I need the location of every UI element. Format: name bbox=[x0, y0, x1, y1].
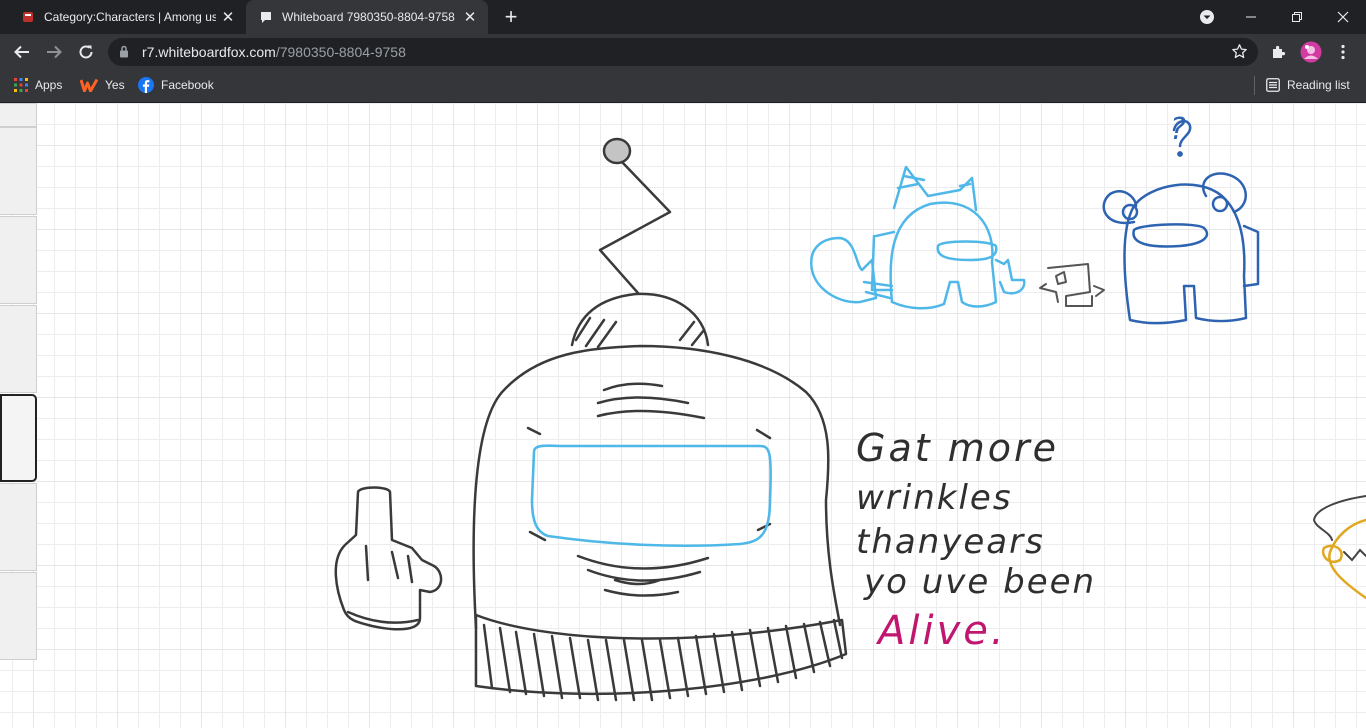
close-icon[interactable]: ✕ bbox=[216, 8, 240, 26]
handwritten-note-line-4: yo uve been bbox=[864, 562, 1097, 602]
bookmark-label: Yes bbox=[105, 78, 125, 92]
minimize-button[interactable] bbox=[1228, 0, 1274, 34]
bookmark-label: Apps bbox=[35, 78, 63, 92]
partial-drawing-yellow bbox=[1321, 518, 1366, 600]
bookmark-label: Facebook bbox=[161, 78, 214, 92]
chevron-down-icon bbox=[1200, 10, 1214, 24]
reading-list-icon bbox=[1266, 78, 1280, 92]
handwritten-note-line-2: wrinkles bbox=[856, 478, 1013, 518]
bookmark-star-icon[interactable] bbox=[1231, 43, 1248, 65]
mini-crewmate-drawing bbox=[1039, 263, 1105, 307]
question-mark-doodle: ? bbox=[1170, 112, 1186, 147]
minimize-icon bbox=[1246, 16, 1256, 18]
bookmarks-divider bbox=[1254, 76, 1255, 95]
close-icon[interactable]: ✕ bbox=[458, 8, 482, 26]
extensions-button[interactable] bbox=[1266, 39, 1292, 65]
restore-icon bbox=[1292, 12, 1302, 22]
kebab-menu-icon bbox=[1341, 44, 1345, 60]
url-text: r7.whiteboardfox.com/7980350-8804-9758 bbox=[142, 44, 406, 60]
profile-avatar[interactable] bbox=[1298, 39, 1324, 65]
facebook-icon bbox=[138, 77, 154, 93]
apps-grid-icon bbox=[14, 78, 28, 92]
bookmark-facebook[interactable]: Facebook bbox=[138, 70, 214, 100]
reading-list-label: Reading list bbox=[1287, 78, 1350, 92]
crewmate-drawing-light-blue bbox=[809, 165, 1026, 310]
reload-button[interactable] bbox=[73, 39, 99, 65]
wattpad-icon bbox=[80, 78, 98, 92]
crewmate-drawing-black bbox=[334, 137, 848, 702]
handwritten-note-line-3: thanyears bbox=[856, 522, 1045, 562]
back-arrow-icon bbox=[14, 45, 29, 59]
tab-title: Whiteboard 7980350-8804-9758 bbox=[282, 10, 455, 24]
new-tab-button[interactable]: + bbox=[498, 4, 524, 30]
tab-among-us[interactable]: Category:Characters | Among us ✕ bbox=[8, 0, 246, 34]
reading-list-button[interactable]: Reading list bbox=[1266, 70, 1350, 100]
restore-button[interactable] bbox=[1274, 0, 1320, 34]
handwritten-note-line-1: Gat more bbox=[856, 426, 1059, 470]
whiteboard-favicon-icon bbox=[258, 9, 274, 25]
url-host: r7.whiteboardfox.com bbox=[142, 44, 276, 60]
whiteboard-drawings bbox=[0, 103, 1366, 728]
crewmate-visor bbox=[530, 444, 772, 548]
reload-icon bbox=[79, 45, 93, 59]
crewmate-drawing-dark-blue bbox=[1102, 119, 1260, 325]
among-us-wiki-favicon-icon bbox=[20, 9, 36, 25]
browser-toolbar: r7.whiteboardfox.com/7980350-8804-9758 bbox=[0, 34, 1366, 70]
close-icon bbox=[1337, 11, 1349, 23]
tab-search-button[interactable] bbox=[1194, 0, 1220, 34]
bookmark-yes[interactable]: Yes bbox=[80, 70, 125, 100]
chrome-menu-button[interactable] bbox=[1330, 39, 1356, 65]
avatar-icon bbox=[1300, 41, 1322, 63]
lock-icon bbox=[119, 45, 129, 63]
address-bar[interactable]: r7.whiteboardfox.com/7980350-8804-9758 bbox=[108, 38, 1258, 66]
back-button[interactable] bbox=[9, 39, 35, 65]
bookmarks-bar: Apps Yes Facebook Reading list bbox=[0, 70, 1366, 103]
forward-arrow-icon bbox=[47, 45, 62, 59]
tab-bar: Category:Characters | Among us ✕ Whitebo… bbox=[0, 0, 1366, 34]
puzzle-piece-icon bbox=[1273, 45, 1286, 58]
tab-whiteboard[interactable]: Whiteboard 7980350-8804-9758 ✕ bbox=[246, 0, 488, 34]
close-window-button[interactable] bbox=[1320, 0, 1366, 34]
bookmark-apps[interactable]: Apps bbox=[14, 70, 62, 100]
forward-button[interactable] bbox=[41, 39, 67, 65]
handwritten-note-alive: Alive. bbox=[878, 608, 1007, 654]
url-path: /7980350-8804-9758 bbox=[275, 44, 406, 60]
tab-title: Category:Characters | Among us bbox=[44, 10, 216, 24]
